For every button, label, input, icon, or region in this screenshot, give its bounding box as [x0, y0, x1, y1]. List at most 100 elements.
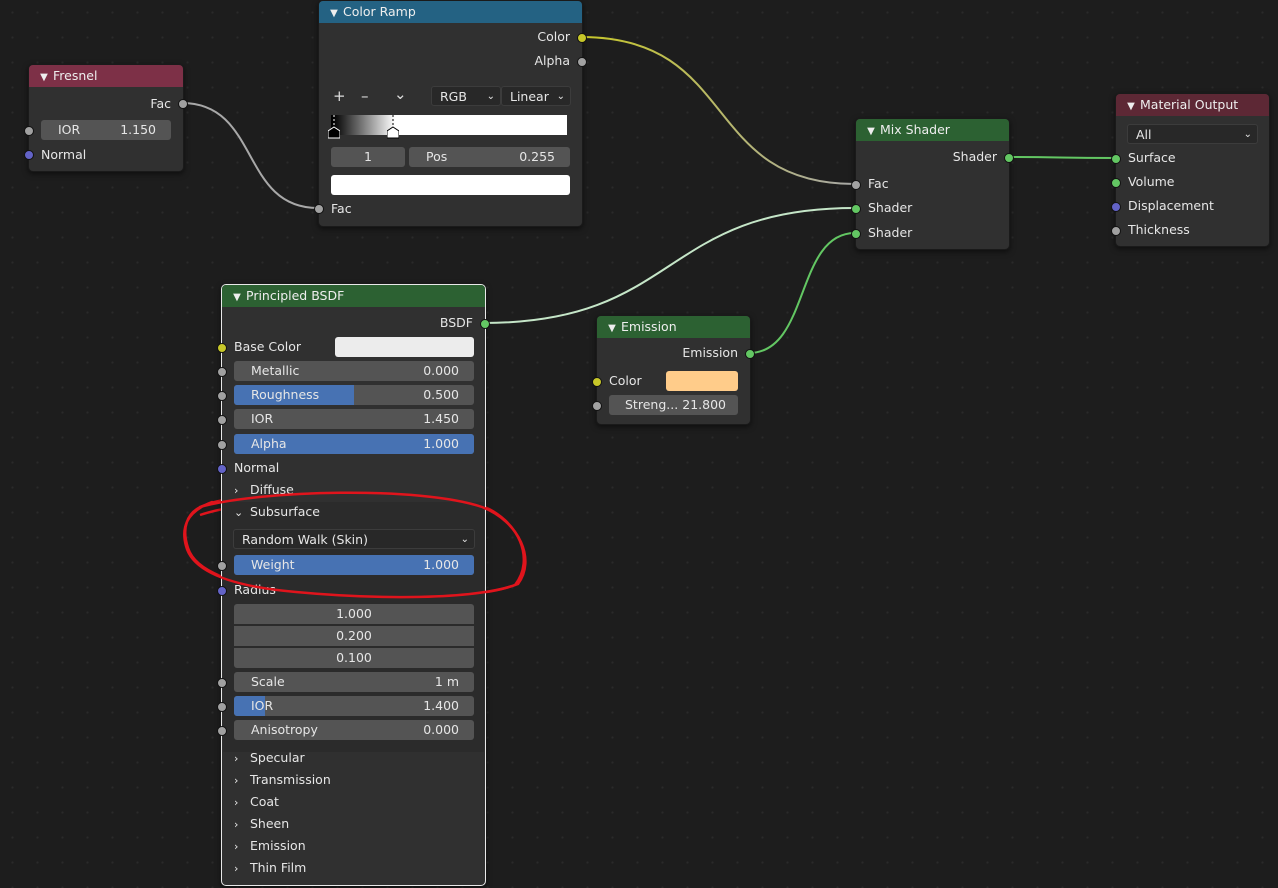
subsurface-scale-field[interactable]: Scale 1 m: [234, 672, 474, 692]
anisotropy-label: Anisotropy: [251, 722, 318, 737]
sss-ior-value: 1.400: [423, 698, 459, 713]
mix-shader2-input-socket[interactable]: [851, 229, 861, 239]
mix-shader-output-socket[interactable]: [1004, 153, 1014, 163]
radius-x-field[interactable]: 1.000: [234, 604, 474, 624]
chevron-down-icon[interactable]: ▼: [230, 287, 244, 307]
radius-z-field[interactable]: 0.100: [234, 648, 474, 668]
ramp-stop-black[interactable]: [327, 115, 341, 139]
subsurface-ior-input-socket[interactable]: [217, 702, 227, 712]
fresnel-header[interactable]: ▼ Fresnel: [29, 65, 183, 87]
sheen-panel-toggle[interactable]: › Sheen: [234, 816, 289, 831]
emission-header[interactable]: ▼ Emission: [597, 316, 750, 338]
color-ramp-header[interactable]: ▼ Color Ramp: [319, 1, 582, 23]
active-stop-index-field[interactable]: 1: [331, 147, 405, 167]
volume-input-socket[interactable]: [1111, 178, 1121, 188]
material-output-header[interactable]: ▼ Material Output: [1116, 94, 1269, 116]
diffuse-panel-toggle[interactable]: › Diffuse: [234, 482, 294, 497]
weight-label: Weight: [251, 557, 295, 572]
roughness-input-socket[interactable]: [217, 391, 227, 401]
chevron-down-icon[interactable]: ▼: [37, 67, 51, 87]
principled-bsdf-node[interactable]: ▼ Principled BSDF BSDF Base Color Metalli…: [217, 284, 490, 886]
displacement-input-socket[interactable]: [1111, 202, 1121, 212]
color-output-label: Color: [537, 29, 570, 44]
fresnel-normal-input-socket[interactable]: [24, 150, 34, 160]
subsurface-panel-toggle[interactable]: ⌄ Subsurface: [234, 504, 320, 519]
stop-color-swatch[interactable]: [331, 175, 570, 195]
alpha-input-socket[interactable]: [217, 440, 227, 450]
emission-color-label: Color: [609, 373, 642, 388]
fresnel-node[interactable]: ▼ Fresnel Fac IOR 1.150 Normal: [24, 64, 188, 172]
emission-panel-toggle[interactable]: › Emission: [234, 838, 306, 853]
transmission-panel-toggle[interactable]: › Transmission: [234, 772, 331, 787]
sss-ior-label: IOR: [251, 698, 274, 713]
volume-label: Volume: [1128, 174, 1175, 189]
subsurface-weight-input-socket[interactable]: [217, 561, 227, 571]
metallic-input-socket[interactable]: [217, 367, 227, 377]
ramp-gradient-bar[interactable]: [331, 115, 567, 135]
radius-z-value: 0.100: [336, 650, 372, 665]
stop-position-field[interactable]: Pos 0.255: [409, 147, 570, 167]
ramp-stop-white[interactable]: [386, 115, 400, 139]
subsurface-anisotropy-input-socket[interactable]: [217, 726, 227, 736]
radius-y-field[interactable]: 0.200: [234, 626, 474, 646]
alpha-output-socket[interactable]: [577, 57, 587, 67]
mix-shader1-input-socket[interactable]: [851, 204, 861, 214]
fresnel-ior-input-socket[interactable]: [24, 126, 34, 136]
fac-input-socket[interactable]: [314, 204, 324, 214]
subsurface-scale-input-socket[interactable]: [217, 678, 227, 688]
color-output-socket[interactable]: [577, 33, 587, 43]
emission-node[interactable]: ▼ Emission Emission Color Streng... 21.800: [592, 315, 755, 425]
fresnel-ior-field[interactable]: IOR 1.150: [41, 120, 171, 140]
pos-label: Pos: [426, 149, 448, 164]
render-target-dropdown[interactable]: All ⌄: [1127, 124, 1258, 144]
bsdf-header[interactable]: ▼ Principled BSDF: [222, 285, 485, 307]
chevron-down-icon[interactable]: ▼: [864, 121, 878, 141]
base-color-swatch[interactable]: [335, 337, 474, 357]
thin-film-panel-toggle[interactable]: › Thin Film: [234, 860, 306, 875]
metallic-field[interactable]: Metallic 0.000: [234, 361, 474, 381]
subsurface-panel-label: Subsurface: [250, 504, 320, 519]
add-stop-icon[interactable]: +: [333, 87, 346, 105]
roughness-field[interactable]: Roughness 0.500: [234, 385, 474, 405]
remove-stop-icon[interactable]: –: [361, 87, 369, 105]
emission-strength-field[interactable]: Streng... 21.800: [609, 395, 738, 415]
radius-input-socket[interactable]: [217, 586, 227, 596]
ramp-menu-icon[interactable]: ⌄: [394, 85, 407, 103]
emission-color-input-socket[interactable]: [592, 377, 602, 387]
specular-panel-toggle[interactable]: › Specular: [234, 750, 305, 765]
subsurface-anisotropy-field[interactable]: Anisotropy 0.000: [234, 720, 474, 740]
mix-shader-header[interactable]: ▼ Mix Shader: [856, 119, 1009, 141]
bsdf-output-socket[interactable]: [480, 319, 490, 329]
chevron-down-icon[interactable]: ▼: [327, 3, 341, 23]
chevron-right-icon: ›: [234, 862, 239, 875]
subsurface-ior-field[interactable]: IOR 1.400: [234, 696, 474, 716]
surface-input-socket[interactable]: [1111, 154, 1121, 164]
coat-panel-toggle[interactable]: › Coat: [234, 794, 279, 809]
material-output-node[interactable]: ▼ Material Output All ⌄ Surface Volume Dis…: [1111, 93, 1270, 247]
alpha-field[interactable]: Alpha 1.000: [234, 434, 474, 454]
strength-label: Streng...: [625, 397, 679, 412]
thickness-input-socket[interactable]: [1111, 226, 1121, 236]
emission-output-socket[interactable]: [745, 349, 755, 359]
color-mode-value: RGB: [440, 89, 467, 104]
chevron-right-icon: ›: [234, 484, 239, 497]
emission-color-swatch[interactable]: [666, 371, 738, 391]
scale-value: 1 m: [434, 674, 459, 689]
subsurface-weight-field[interactable]: Weight 1.000: [234, 555, 474, 575]
chevron-down-icon: ⌄: [460, 534, 469, 545]
mix-fac-input-socket[interactable]: [851, 180, 861, 190]
subsurface-method-dropdown[interactable]: Random Walk (Skin) ⌄: [233, 529, 475, 549]
normal-input-socket[interactable]: [217, 464, 227, 474]
chevron-right-icon: ›: [234, 752, 239, 765]
color-ramp-node[interactable]: ▼ Color Ramp Color Alpha + – ⌄ RGB ⌄ Linea…: [314, 0, 587, 227]
chevron-down-icon[interactable]: ▼: [605, 318, 619, 338]
interpolation-dropdown[interactable]: Linear ⌄: [501, 86, 571, 106]
ior-field[interactable]: IOR 1.450: [234, 409, 474, 429]
color-mode-dropdown[interactable]: RGB ⌄: [431, 86, 501, 106]
base-color-input-socket[interactable]: [217, 343, 227, 353]
fresnel-fac-output-socket[interactable]: [178, 99, 188, 109]
ior-input-socket[interactable]: [217, 415, 227, 425]
mix-shader-node[interactable]: ▼ Mix Shader Shader Fac Shader Shader: [851, 118, 1014, 250]
chevron-down-icon[interactable]: ▼: [1124, 96, 1138, 116]
emission-strength-input-socket[interactable]: [592, 401, 602, 411]
